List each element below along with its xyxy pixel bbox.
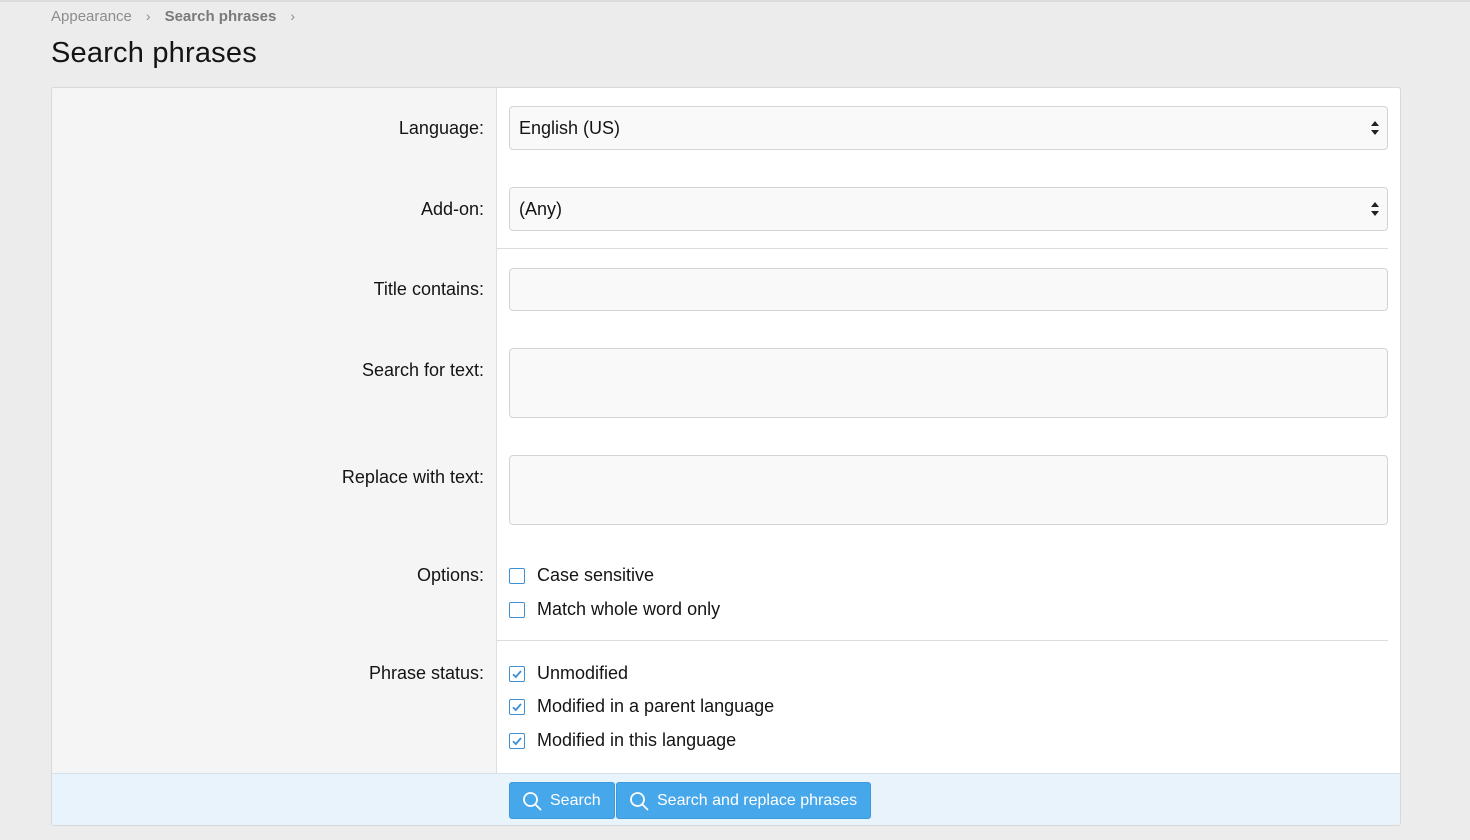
checkbox-unchecked-icon[interactable]: [509, 567, 525, 584]
search-replace-button[interactable]: Search and replace phrases: [616, 782, 872, 819]
search-replace-button-label: Search and replace phrases: [657, 791, 858, 809]
search-phrases-form: Language: English (US) Add-on: (Any) Tit…: [51, 87, 1401, 826]
page-title: Search phrases: [51, 37, 257, 69]
replace-text-label: Replace with text:: [341, 467, 484, 487]
checkbox-checked-icon[interactable]: [509, 698, 525, 715]
search-text-textarea[interactable]: [509, 348, 1388, 418]
addon-select-value: (Any): [519, 198, 563, 219]
phrase-status-label: Phrase status:: [368, 663, 484, 683]
option-match-whole-word[interactable]: Match whole word only: [509, 599, 720, 620]
status-modified-parent-label: Modified in a parent language: [537, 696, 775, 716]
replace-text-textarea[interactable]: [509, 455, 1388, 525]
status-modified-parent[interactable]: Modified in a parent language: [509, 696, 774, 717]
title-contains-label: Title contains:: [373, 279, 484, 299]
checkbox-checked-icon[interactable]: [509, 665, 525, 682]
status-modified-this-label: Modified in this language: [537, 730, 737, 750]
form-submit-row: Search Search and replace phrases: [52, 773, 1400, 825]
title-contains-input[interactable]: [509, 268, 1388, 311]
option-case-sensitive-label: Case sensitive: [537, 565, 655, 585]
option-match-whole-word-label: Match whole word only: [537, 599, 721, 619]
addon-label: Add-on:: [420, 199, 484, 219]
select-arrows-icon: [1371, 121, 1379, 135]
top-border: [0, 0, 1470, 2]
search-icon: [630, 791, 649, 810]
breadcrumb-separator-icon: ›: [145, 8, 151, 24]
language-label: Language:: [398, 118, 484, 138]
addon-select[interactable]: (Any): [509, 187, 1388, 231]
checkbox-checked-icon[interactable]: [509, 732, 525, 749]
section-divider: [497, 248, 1388, 249]
breadcrumb-appearance[interactable]: Appearance: [51, 8, 132, 25]
breadcrumb: Appearance › Search phrases ›: [51, 6, 309, 26]
section-divider: [497, 640, 1388, 641]
search-icon: [523, 791, 542, 810]
breadcrumb-separator-icon: ›: [290, 8, 295, 24]
breadcrumb-search-phrases[interactable]: Search phrases: [165, 8, 277, 25]
select-arrows-icon: [1371, 202, 1379, 216]
status-unmodified[interactable]: Unmodified: [509, 663, 628, 684]
option-case-sensitive[interactable]: Case sensitive: [509, 565, 654, 586]
search-button-label: Search: [550, 791, 601, 809]
search-text-label: Search for text:: [361, 360, 484, 380]
status-unmodified-label: Unmodified: [537, 663, 629, 683]
status-modified-this[interactable]: Modified in this language: [509, 730, 736, 751]
checkbox-unchecked-icon[interactable]: [509, 601, 525, 618]
options-label: Options:: [416, 565, 484, 585]
search-button[interactable]: Search: [509, 782, 615, 819]
language-select[interactable]: English (US): [509, 106, 1388, 150]
language-select-value: English (US): [519, 117, 621, 138]
